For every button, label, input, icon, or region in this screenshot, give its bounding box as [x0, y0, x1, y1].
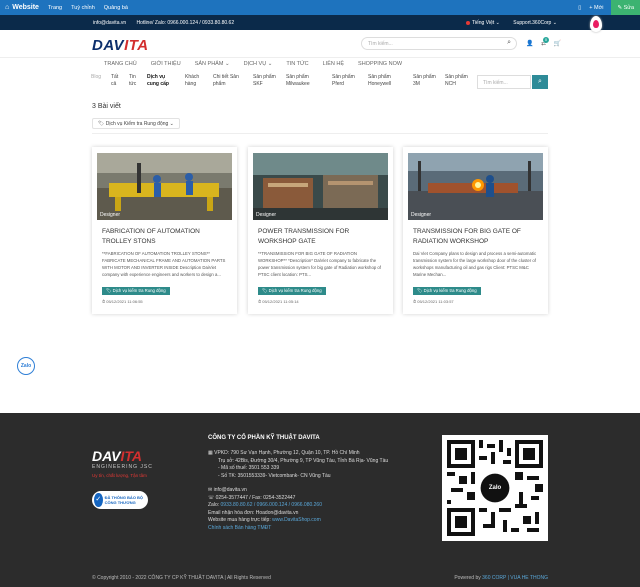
post-title[interactable]: FABRICATION OF AUTOMATION TROLLEY STONS	[102, 227, 230, 247]
post-excerpt: **FABRICATION OF AUTOMATION TROLLEY STON…	[102, 251, 226, 277]
footer-phone[interactable]: ☏ 0254-3577447 / Fax: 0254-3522447	[208, 495, 438, 503]
nav-home[interactable]: TRANG CHỦ	[97, 58, 144, 71]
main-nav: TRANG CHỦ GIỚI THIỆU SẢN PHẨM ⌄ DỊCH VỤ …	[97, 58, 409, 71]
footer-tax: - Mã số thuế: 3501 553 339	[218, 465, 280, 471]
footer-zalo[interactable]: Zalo: 0933.80.80.62 / 0966.000.124 / 096…	[208, 502, 438, 510]
cat-customers[interactable]: Khách hàng	[185, 74, 205, 88]
footer-contact: CÔNG TY CỔ PHẦN KỸ THUẬT DAVITA ▦ VPKD: …	[208, 435, 438, 532]
post-card[interactable]: Designer FABRICATION OF AUTOMATION TROLL…	[92, 147, 237, 314]
post-thumbnail[interactable]: Designer	[253, 153, 388, 220]
blog-search-button[interactable]: ⌕	[532, 75, 548, 89]
admin-link-pages[interactable]: Trang	[48, 5, 62, 11]
cat-pferd[interactable]: Sản phẩm Pferd	[332, 74, 358, 88]
search-icon: ⌕	[538, 78, 542, 85]
post-tag: Designer	[411, 212, 432, 218]
top-hotline[interactable]: Hotline/ Zalo: 0966.000.124 / 0933.80.80…	[137, 20, 235, 26]
account-icon[interactable]: 👤	[526, 41, 533, 47]
nav-services[interactable]: DỊCH VỤ ⌄	[237, 58, 280, 71]
nav-contact[interactable]: LIÊN HỆ	[316, 58, 351, 71]
mail-icon: ✉	[208, 487, 213, 493]
post-title[interactable]: TRANSMISSION FOR BIG GATE OF RADIATION W…	[413, 227, 541, 247]
post-card[interactable]: Designer POWER TRANSMISSION FOR WORKSHOP…	[248, 147, 393, 314]
nav-products[interactable]: SẢN PHẨM ⌄	[188, 58, 237, 71]
post-card[interactable]: Designer TRANSMISSION FOR BIG GATE OF RA…	[403, 147, 548, 314]
nav-news[interactable]: TIN TỨC	[279, 58, 315, 71]
building-icon: ▦	[208, 450, 213, 456]
post-excerpt: Dai Viet Company plans to design and pro…	[413, 251, 537, 277]
cat-skf[interactable]: Sản phẩm SKF	[253, 74, 281, 88]
post-date: ⏱ 05/12/2021 11:05:14	[258, 299, 299, 304]
post-excerpt: **TRANSMISSION FOR BIG GATE OF RADIATION…	[258, 251, 381, 277]
cat-all[interactable]: Tất cả	[111, 74, 123, 88]
phone-icon: ☏	[208, 494, 215, 501]
admin-bar: ⌂ Website Trang Tuỳ chỉnh Quảng bá ▯ + Mớ…	[0, 0, 640, 15]
top-email[interactable]: info@davita.vn	[93, 20, 126, 26]
zalo-qr-code: Zalo	[442, 435, 548, 541]
category-filter-dropdown[interactable]: 🏷 Dịch vụ Kiểm tra Rung động ⌄	[92, 118, 180, 129]
post-category-button[interactable]: 🏷 Dịch vụ kiểm tra Rung động	[413, 287, 481, 295]
cat-news[interactable]: Tin tức	[129, 74, 141, 88]
nav-about[interactable]: GIỚI THIỆU	[144, 58, 188, 71]
site-footer: DAVITA ENGINEERING JSC Uy tín, chất lượn…	[0, 413, 640, 587]
divider	[92, 133, 548, 134]
post-count: 3 Bài viết	[92, 103, 121, 110]
check-icon: ✓	[94, 493, 103, 507]
admin-link-customize[interactable]: Tuỳ chỉnh	[71, 5, 95, 11]
cart-count-badge: 0	[543, 37, 549, 43]
post-tag: Designer	[100, 212, 121, 218]
cat-nch[interactable]: Sản phẩm NCH	[445, 74, 471, 88]
post-title[interactable]: POWER TRANSMISSION FOR WORKSHOP GATE	[258, 227, 386, 247]
footer-logo[interactable]: DAVITA	[92, 448, 142, 464]
zalo-chat-button[interactable]: Zalo	[17, 357, 35, 375]
language-selector[interactable]: Tiếng Việt ⌄	[466, 20, 500, 26]
post-category-button[interactable]: 🏷 Dịch vụ kiểm tra Rung động	[258, 287, 326, 295]
footer-email[interactable]: ✉ info@davita.vn	[208, 487, 438, 495]
post-tag: Designer	[256, 212, 277, 218]
home-icon: ⌂	[5, 4, 10, 11]
site-logo[interactable]: DAVITA	[92, 37, 149, 54]
cat-milwaukee[interactable]: Sản phẩm Milwaukee	[286, 74, 316, 88]
footer-company-name: CÔNG TY CỔ PHẦN KỸ THUẬT DAVITA	[208, 435, 320, 441]
cat-product-detail[interactable]: Chi tiết Sản phẩm	[213, 74, 245, 88]
copyright: © Copyright 2010 - 2022 CÔNG TY CP KỸ TH…	[92, 575, 271, 581]
tag-icon: 🏷	[98, 121, 105, 127]
cat-services[interactable]: Dịch vụ cung cấp	[147, 74, 175, 88]
footer-shop-link[interactable]: Website mua hàng trực tiếp: www.DavitaSh…	[208, 517, 438, 525]
mobile-icon[interactable]: ▯	[578, 5, 581, 11]
powered-by[interactable]: Powered by 360 CORP | VUA HE THONG	[454, 575, 548, 581]
footer-policy-link[interactable]: Chính sách Bán hàng TMĐT	[208, 525, 438, 533]
cat-honeywell[interactable]: Sản phẩm Honeywell	[368, 74, 400, 88]
blog-search-input[interactable]: Tìm kiếm...	[477, 75, 531, 89]
footer-address-1: ▦ VPKD: 790 Sư Vạn Hạnh, Phường 12, Quận…	[208, 450, 360, 456]
footer-logo-subtitle: ENGINEERING JSC	[92, 464, 153, 470]
nav-shopping[interactable]: SHOPPING NOW	[351, 58, 409, 71]
search-icon[interactable]: ⌕	[507, 39, 511, 47]
footer-address-2: Trụ sở: 42Bis, Đường 30/4, Phường 9, TP …	[218, 457, 389, 464]
support-link[interactable]: Support.360Corp ⌄	[513, 20, 557, 26]
top-info-bar: info@davita.vn Hotline/ Zalo: 0966.000.1…	[0, 15, 640, 30]
tag-icon: 🏷	[262, 288, 268, 293]
zalo-qr-label: Zalo	[488, 485, 502, 491]
footer-invoice-email: Email nhận hóa đơn: Hoadon@davita.vn	[208, 509, 299, 516]
post-category-button[interactable]: 🏷 Dịch vụ kiểm tra Rung động	[102, 287, 170, 295]
post-thumbnail[interactable]: Designer	[408, 153, 543, 220]
admin-new-button[interactable]: + Mới	[589, 5, 603, 11]
tag-icon: 🏷	[106, 288, 112, 293]
footer-bank: - Số TK: 3501553339- Vietcombank- CN Vũn…	[218, 472, 331, 479]
registered-badge[interactable]: ✓ ĐÃ THÔNG BÁO BỘ CÔNG THƯƠNG	[92, 491, 148, 509]
blog-label: Blog	[91, 74, 102, 80]
admin-link-promote[interactable]: Quảng bá	[104, 5, 128, 11]
footer-slogan: Uy tín, chất lượng, Tận tâm	[92, 473, 147, 478]
header-search-input[interactable]: Tìm kiếm... ⌕	[361, 37, 517, 50]
tag-icon: 🏷	[417, 288, 423, 293]
cart-icon[interactable]: 🛒	[554, 41, 561, 47]
admin-edit-button[interactable]: ✎ Sửa	[611, 0, 640, 15]
post-thumbnail[interactable]: Designer	[97, 153, 232, 220]
admin-site-link[interactable]: ⌂ Website	[5, 4, 39, 11]
cat-3m[interactable]: Sản phẩm 3M	[413, 74, 439, 88]
post-date: ⏱ 05/12/2021 11:03:57	[413, 299, 454, 304]
post-date: ⏱ 05/12/2021 11:06:55	[102, 299, 143, 304]
vietnam-flag-icon	[466, 20, 470, 25]
